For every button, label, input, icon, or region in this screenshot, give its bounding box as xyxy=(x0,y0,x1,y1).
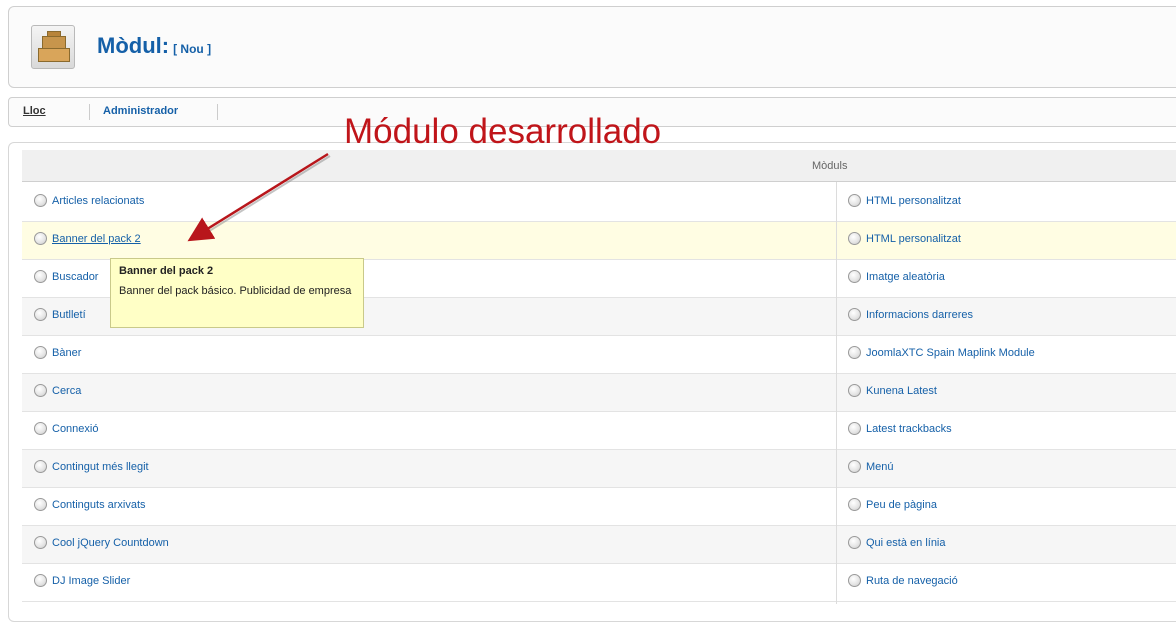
annotation-arrow xyxy=(187,152,331,242)
annotation-label: Módulo desarrollado xyxy=(344,112,662,151)
